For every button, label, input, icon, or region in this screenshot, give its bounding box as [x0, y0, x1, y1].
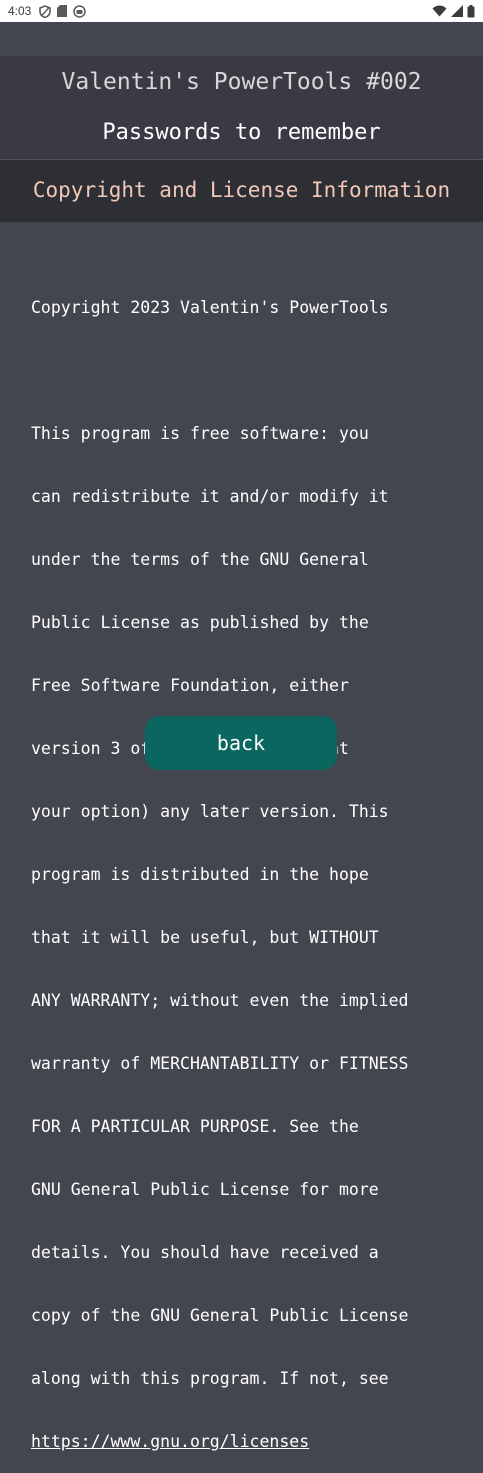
- license-line: Free Software Foundation, either: [31, 676, 349, 695]
- sd-card-icon: [57, 5, 68, 17]
- license-line: Public License as published by the: [31, 613, 369, 632]
- record-icon: [73, 4, 87, 18]
- battery-icon: [467, 4, 475, 18]
- license-line: can redistribute it and/or modify it: [31, 487, 389, 506]
- license-line: warranty of MERCHANTABILITY or FITNESS: [31, 1054, 409, 1073]
- back-button[interactable]: back: [145, 716, 337, 770]
- license-line: that it will be useful, but WITHOUT: [31, 928, 379, 947]
- status-icons-right: [432, 0, 475, 22]
- toolbar-spacer: [0, 22, 483, 56]
- page-title: Passwords to remember: [102, 120, 381, 145]
- app-header: Valentin's PowerTools #002 Passwords to …: [0, 56, 483, 160]
- gnu-licenses-link[interactable]: https://www.gnu.org/licenses: [31, 1432, 309, 1451]
- section-header: Copyright and License Information: [0, 160, 483, 222]
- license-line: FOR A PARTICULAR PURPOSE. See the: [31, 1117, 359, 1136]
- license-line: under the terms of the GNU General: [31, 550, 369, 569]
- status-time: 4:03: [8, 4, 32, 18]
- app-title: Valentin's PowerTools #002: [61, 69, 422, 95]
- license-text: Copyright 2023 Valentin's PowerTools Thi…: [31, 255, 471, 1473]
- status-bar: 4:03: [0, 0, 483, 22]
- license-line: This program is free software: you: [31, 424, 369, 443]
- wifi-icon: [432, 5, 447, 17]
- license-line: details. You should have received a: [31, 1243, 379, 1262]
- license-line: GNU General Public License for more: [31, 1180, 379, 1199]
- license-line: along with this program. If not, see: [31, 1369, 389, 1388]
- copyright-line: Copyright 2023 Valentin's PowerTools: [31, 298, 389, 317]
- status-icons-left: [39, 4, 87, 18]
- shield-icon: [39, 4, 52, 18]
- license-line: program is distributed in the hope: [31, 865, 369, 884]
- section-title: Copyright and License Information: [32, 178, 451, 202]
- license-line: your option) any later version. This: [31, 802, 389, 821]
- license-line: ANY WARRANTY; without even the implied: [31, 991, 409, 1010]
- license-line: copy of the GNU General Public License: [31, 1306, 409, 1325]
- signal-icon: [451, 5, 463, 17]
